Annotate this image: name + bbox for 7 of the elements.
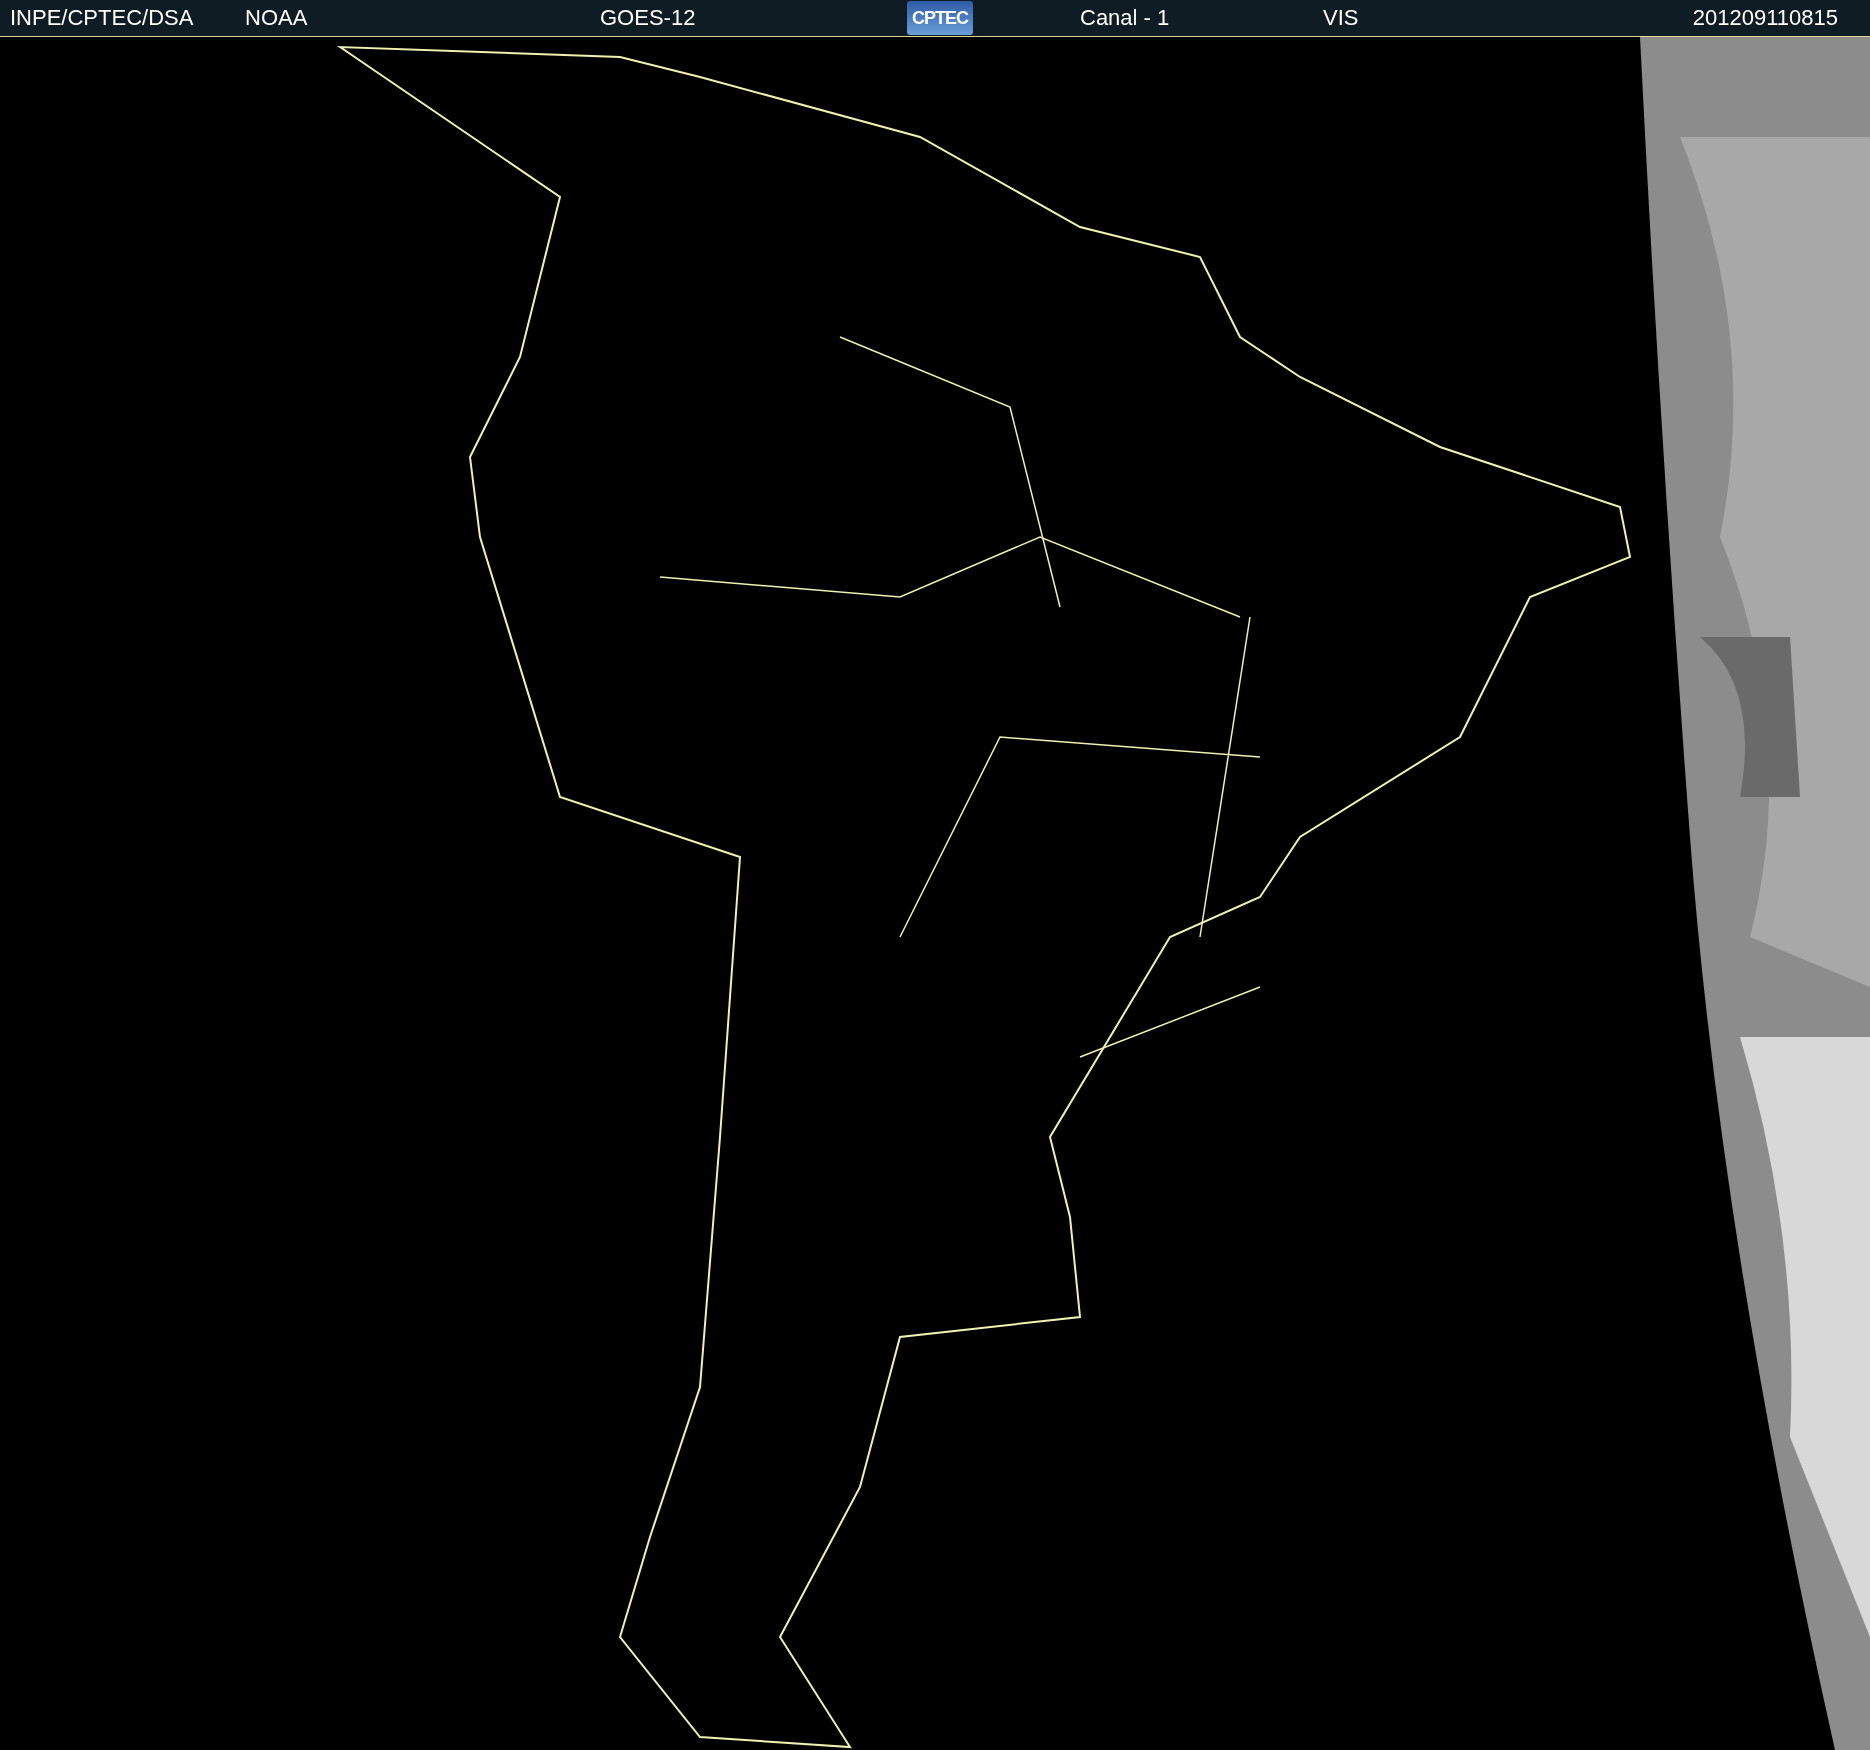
logo: CPTEC xyxy=(907,1,973,35)
satellite-label: GOES-12 xyxy=(599,5,696,31)
channel-label: Canal - 1 xyxy=(1079,5,1170,31)
timestamp: 201209110815 xyxy=(1691,5,1839,31)
agency-label: NOAA xyxy=(244,5,308,31)
source-label: INPE/CPTEC/DSA xyxy=(9,5,194,31)
band-label: VIS xyxy=(1322,5,1359,31)
